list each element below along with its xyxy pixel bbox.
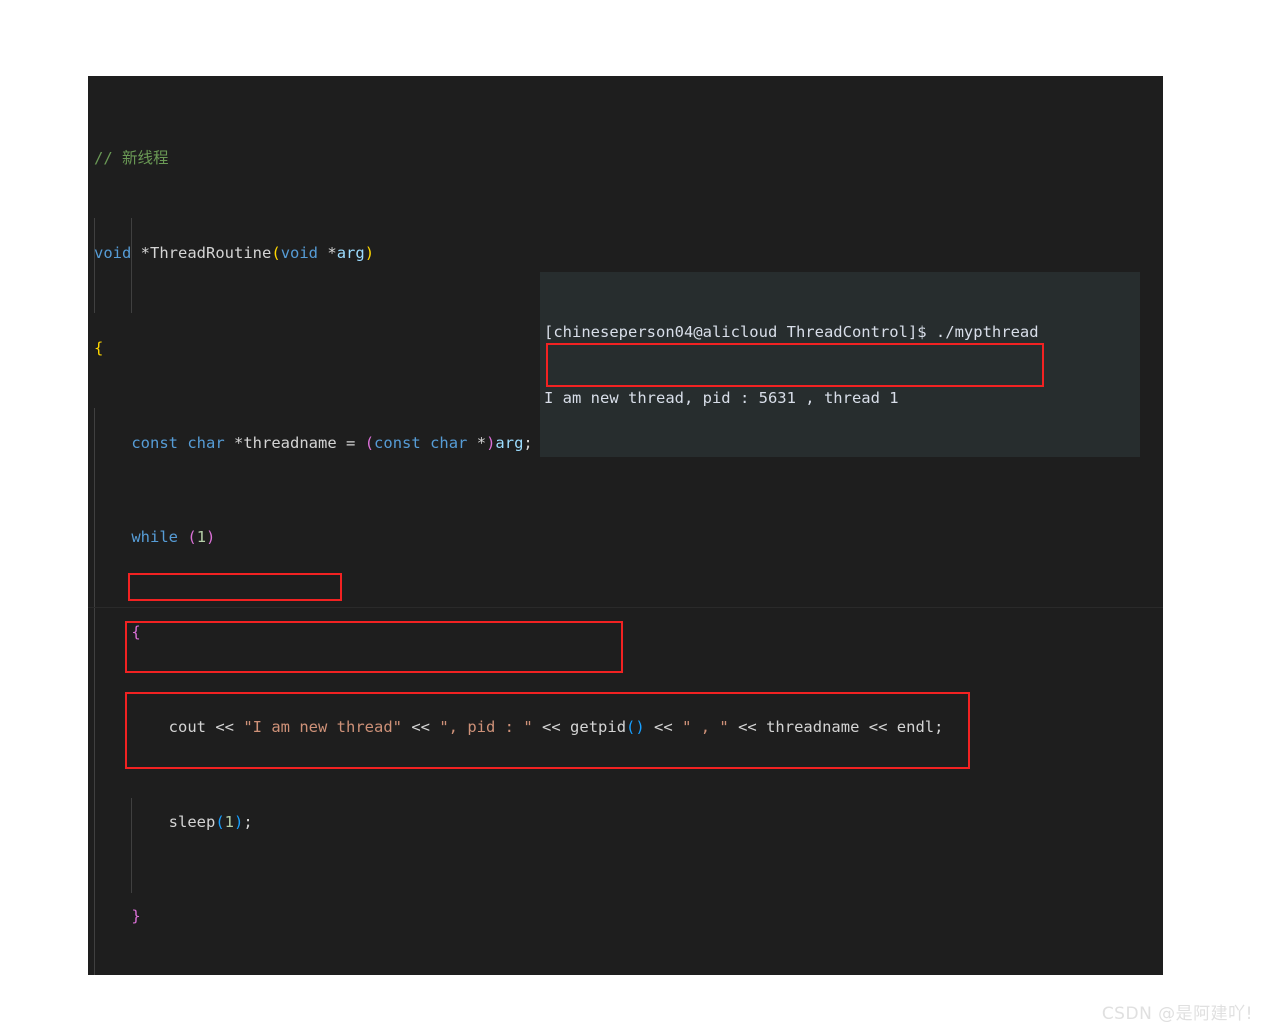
code-line: void *ThreadRoutine(void *arg) xyxy=(94,243,375,262)
terminal-window[interactable]: [chineseperson04@alicloud ThreadControl]… xyxy=(540,272,1140,457)
code-line: sleep(1); xyxy=(168,812,253,831)
code-line: } xyxy=(131,907,141,926)
terminal-line: [chineseperson04@alicloud ThreadControl]… xyxy=(544,322,1039,341)
code-editor[interactable]: // 新线程 void *ThreadRoutine(void *arg) { … xyxy=(88,76,1163,975)
code-line: while (1) xyxy=(131,528,216,547)
csdn-watermark: CSDN @是阿建吖! xyxy=(1101,1004,1253,1024)
code-line: // 新线程 xyxy=(94,149,169,168)
terminal-line: I am new thread, pid : 5631 , thread 1 xyxy=(544,454,1140,457)
code-line: { xyxy=(131,623,141,642)
code-content: // 新线程 void *ThreadRoutine(void *arg) { … xyxy=(88,76,1163,975)
code-line: cout << "I am new thread" << ", pid : " … xyxy=(168,717,944,736)
terminal-line: I am new thread, pid : 5631 , thread 1 xyxy=(544,389,899,408)
